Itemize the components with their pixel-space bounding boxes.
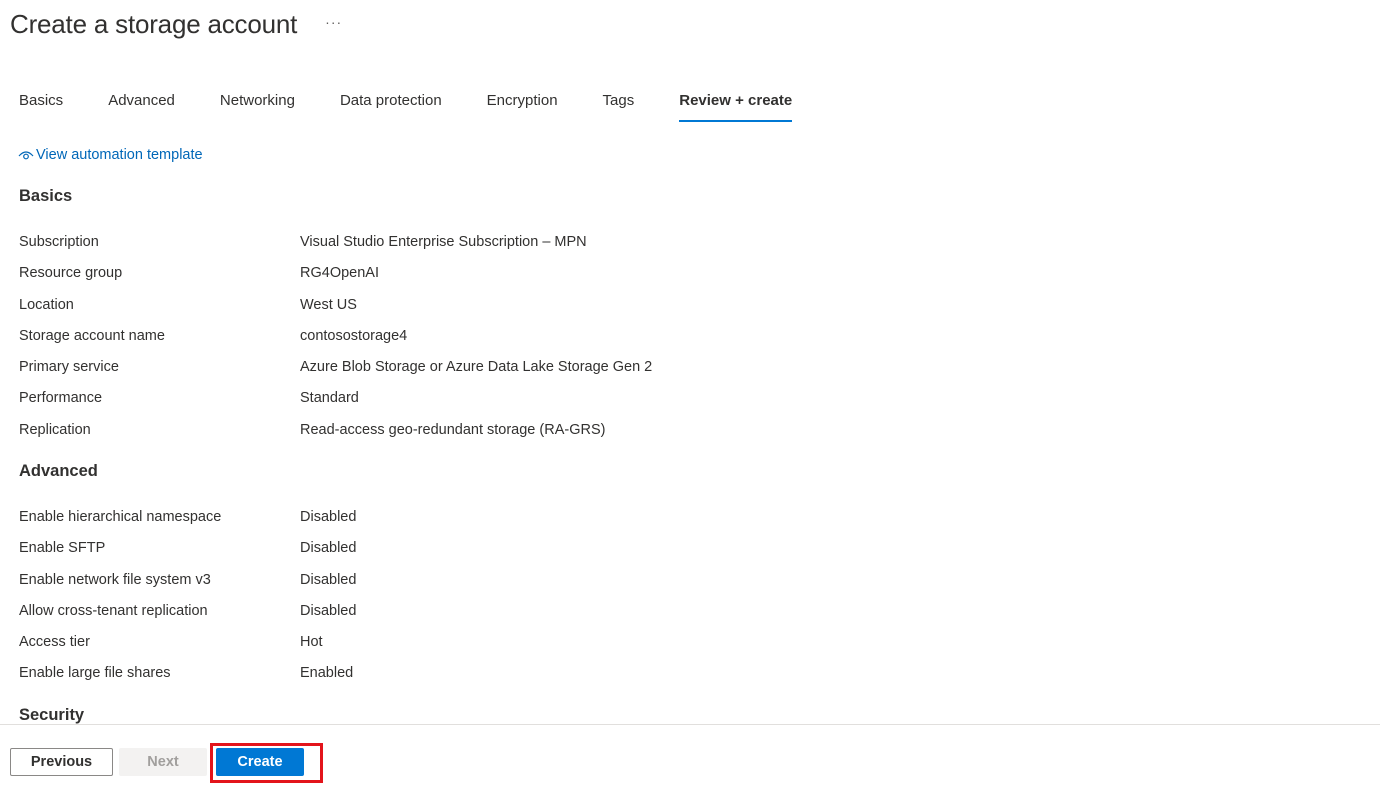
row-key: Subscription	[19, 234, 99, 250]
row-value: Standard	[300, 390, 359, 406]
summary-row: Enable large file shares Enabled	[19, 663, 1019, 683]
row-key: Enable SFTP	[19, 540, 106, 556]
summary-row: Access tier Hot	[19, 632, 1019, 652]
row-key: Location	[19, 297, 74, 313]
summary-row: Enable SFTP Disabled	[19, 538, 1019, 558]
row-value: Disabled	[300, 509, 357, 525]
summary-row: Location West US	[19, 295, 1019, 315]
row-key: Enable network file system v3	[19, 572, 211, 588]
row-key: Replication	[19, 422, 91, 438]
row-key: Resource group	[19, 265, 123, 281]
row-key: Access tier	[19, 634, 90, 650]
next-button: Next	[119, 748, 207, 776]
summary-row: Allow cross-tenant replication Disabled	[19, 601, 1019, 621]
summary-row: Enable network file system v3 Disabled	[19, 570, 1019, 590]
row-key: Storage account name	[19, 328, 165, 344]
summary-row: Storage account name contosostorage4	[19, 326, 1019, 346]
row-value: Disabled	[300, 540, 357, 556]
footer-bar: Previous Next Create	[0, 724, 1380, 786]
review-content: Basics Subscription Visual Studio Enterp…	[19, 0, 1359, 724]
summary-row: Enable hierarchical namespace Disabled	[19, 507, 1019, 527]
row-value: Disabled	[300, 572, 357, 588]
previous-button[interactable]: Previous	[10, 748, 113, 776]
row-key: Enable large file shares	[19, 665, 171, 681]
row-value: Azure Blob Storage or Azure Data Lake St…	[300, 359, 653, 375]
section-heading-advanced: Advanced	[19, 462, 98, 480]
summary-row: Replication Read-access geo-redundant st…	[19, 420, 1019, 440]
create-button[interactable]: Create	[216, 748, 304, 776]
row-value: Hot	[300, 634, 323, 650]
summary-row: Performance Standard	[19, 388, 1019, 408]
row-key: Enable hierarchical namespace	[19, 509, 222, 525]
summary-row: Primary service Azure Blob Storage or Az…	[19, 357, 1019, 377]
section-heading-security: Security	[19, 706, 85, 724]
row-key: Allow cross-tenant replication	[19, 603, 208, 619]
row-value: West US	[300, 297, 357, 313]
row-value: Visual Studio Enterprise Subscription – …	[300, 234, 587, 250]
row-value: RG4OpenAI	[300, 265, 379, 281]
summary-row: Subscription Visual Studio Enterprise Su…	[19, 232, 1019, 252]
row-value: Read-access geo-redundant storage (RA-GR…	[300, 422, 606, 438]
row-value: contosostorage4	[300, 328, 408, 344]
section-heading-basics: Basics	[19, 187, 73, 205]
row-key: Performance	[19, 390, 103, 406]
row-value: Enabled	[300, 665, 354, 681]
row-value: Disabled	[300, 603, 357, 619]
row-key: Primary service	[19, 359, 119, 375]
summary-row: Resource group RG4OpenAI	[19, 263, 1019, 283]
